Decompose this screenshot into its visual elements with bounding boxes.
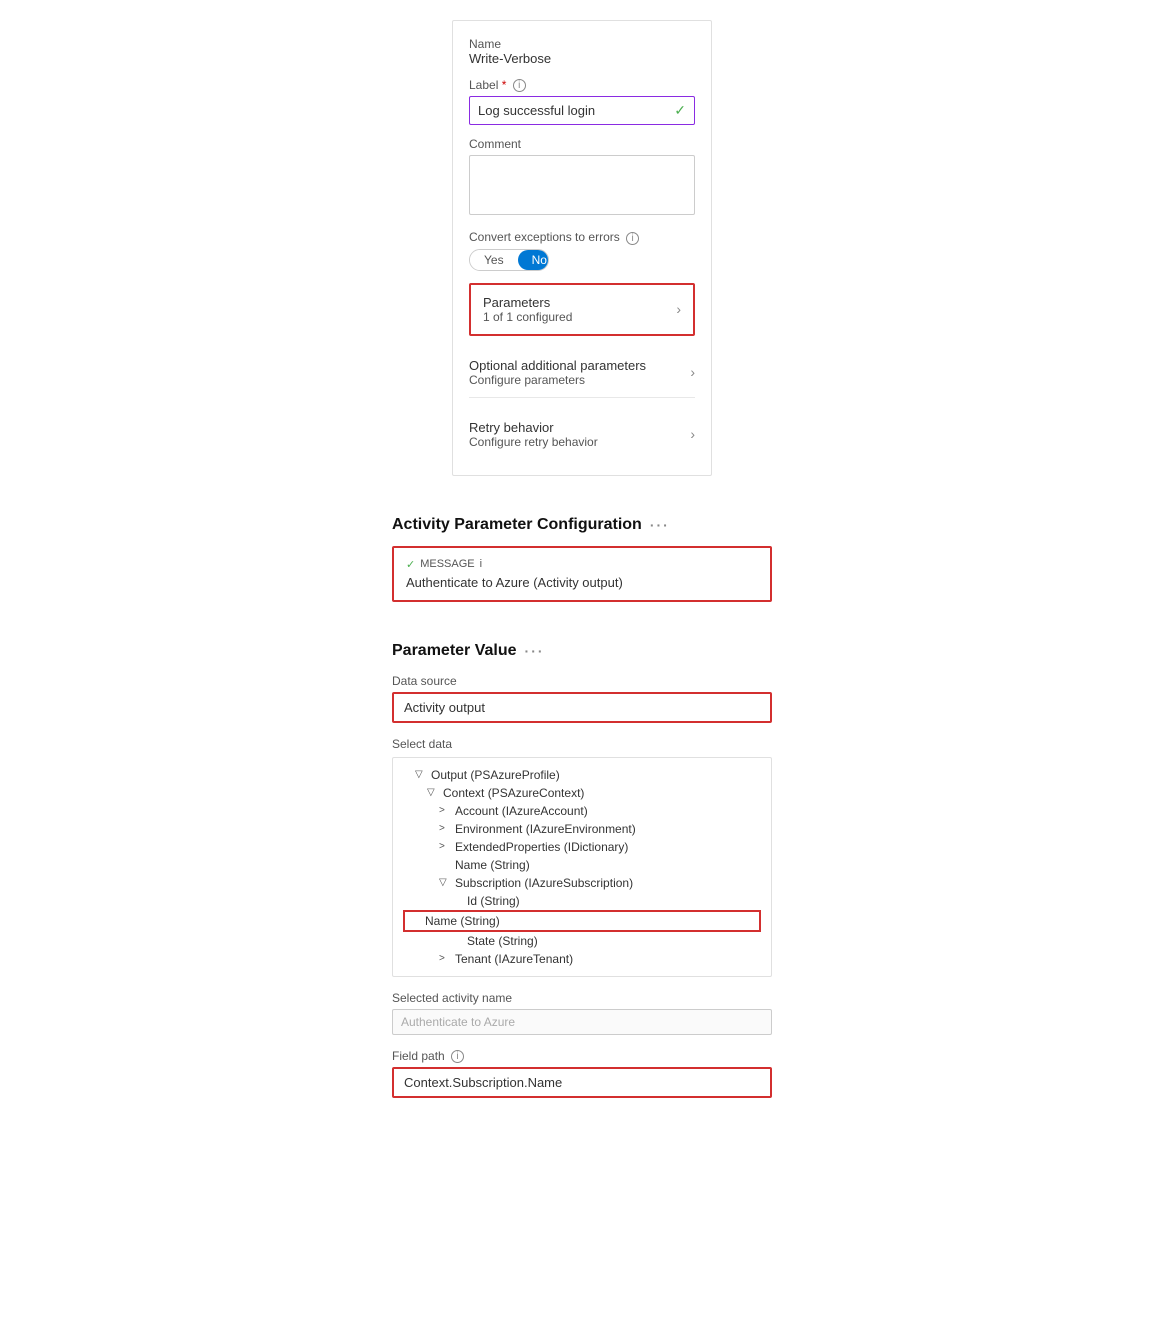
toggle-group: Yes No: [469, 249, 549, 271]
message-check-icon: ✓: [406, 558, 415, 571]
selected-activity-section: Selected activity name Authenticate to A…: [392, 991, 772, 1035]
name-label: Name: [469, 37, 695, 51]
parameters-title: Parameters: [483, 295, 572, 310]
comment-section: Comment: [469, 137, 695, 218]
selected-activity-field: Authenticate to Azure: [392, 1009, 772, 1035]
name-section: Name Write-Verbose: [469, 37, 695, 66]
toggle-yes-button[interactable]: Yes: [470, 250, 518, 270]
message-label-text: MESSAGE: [420, 558, 474, 570]
expand-icon-3: >: [439, 823, 451, 834]
optional-title: Optional additional parameters: [469, 358, 646, 373]
param-value-title: Parameter Value: [392, 642, 517, 660]
required-star: *: [502, 78, 507, 92]
expand-icon-4: >: [439, 841, 451, 852]
data-source-input[interactable]: [394, 694, 770, 721]
expand-icon-2: >: [439, 805, 451, 816]
convert-info-icon: i: [626, 232, 639, 245]
retry-text: Retry behavior Configure retry behavior: [469, 420, 598, 449]
name-value: Write-Verbose: [469, 51, 695, 66]
tree-item-3[interactable]: > Environment (IAzureEnvironment): [403, 820, 761, 838]
toggle-no-button[interactable]: No: [518, 250, 549, 270]
message-info-icon: i: [480, 558, 482, 570]
data-source-input-wrapper: [392, 692, 772, 723]
data-source-section: Data source: [392, 674, 772, 723]
label-info-icon: i: [513, 79, 526, 92]
retry-title: Retry behavior: [469, 420, 598, 435]
tree-item-9[interactable]: State (String): [403, 932, 761, 950]
expand-icon-0: ▽: [415, 769, 427, 780]
selected-activity-placeholder: Authenticate to Azure: [401, 1015, 515, 1029]
selected-activity-label: Selected activity name: [392, 991, 772, 1005]
tree-item-0[interactable]: ▽ Output (PSAzureProfile): [403, 766, 761, 784]
data-source-label: Data source: [392, 674, 772, 688]
tree-item-2[interactable]: > Account (IAzureAccount): [403, 802, 761, 820]
message-box: ✓ MESSAGE i Authenticate to Azure (Activ…: [392, 546, 772, 602]
param-value-ellipsis: ···: [525, 643, 545, 659]
comment-label: Comment: [469, 137, 695, 151]
tree-item-5[interactable]: Name (String): [403, 856, 761, 874]
activity-config-section: Activity Parameter Configuration ··· ✓ M…: [392, 516, 772, 602]
select-data-section: Select data ▽ Output (PSAzureProfile) ▽ …: [392, 737, 772, 977]
tree-container: ▽ Output (PSAzureProfile) ▽ Context (PSA…: [392, 757, 772, 977]
convert-label: Convert exceptions to errors i: [469, 230, 695, 244]
activity-config-heading: Activity Parameter Configuration ···: [392, 516, 772, 534]
optional-chevron-icon: ›: [690, 364, 695, 380]
parameters-box[interactable]: Parameters 1 of 1 configured ›: [469, 283, 695, 336]
expand-icon-1: ▽: [427, 787, 439, 798]
optional-text: Optional additional parameters Configure…: [469, 358, 646, 387]
convert-exceptions-section: Convert exceptions to errors i Yes No: [469, 230, 695, 270]
optional-params-row[interactable]: Optional additional parameters Configure…: [469, 348, 695, 398]
tree-item-6[interactable]: ▽ Subscription (IAzureSubscription): [403, 874, 761, 892]
param-value-heading: Parameter Value ···: [392, 642, 772, 660]
parameters-text: Parameters 1 of 1 configured: [483, 295, 572, 324]
retry-sub: Configure retry behavior: [469, 435, 598, 449]
field-path-info-icon: i: [451, 1050, 464, 1063]
field-path-wrapper: [392, 1067, 772, 1098]
retry-behavior-row[interactable]: Retry behavior Configure retry behavior …: [469, 410, 695, 459]
label-input-value: Log successful login: [478, 103, 595, 118]
parameters-sub: 1 of 1 configured: [483, 310, 572, 324]
tree-item-7[interactable]: Id (String): [403, 892, 761, 910]
activity-config-ellipsis: ···: [650, 517, 670, 533]
check-icon: ✓: [674, 102, 686, 119]
tree-item-1[interactable]: ▽ Context (PSAzureContext): [403, 784, 761, 802]
expand-icon-6: ▽: [439, 877, 451, 888]
activity-config-title: Activity Parameter Configuration: [392, 516, 642, 534]
field-path-input[interactable]: [394, 1069, 770, 1096]
optional-sub: Configure parameters: [469, 373, 646, 387]
label-input[interactable]: Log successful login ✓: [469, 96, 695, 125]
field-path-label: Field path i: [392, 1049, 772, 1063]
parameters-chevron-icon: ›: [676, 301, 681, 317]
tree-item-10[interactable]: > Tenant (IAzureTenant): [403, 950, 761, 968]
expand-icon-10: >: [439, 953, 451, 964]
message-value: Authenticate to Azure (Activity output): [406, 575, 758, 590]
top-panel: Name Write-Verbose Label * i Log success…: [452, 20, 712, 476]
retry-chevron-icon: ›: [690, 426, 695, 442]
field-path-section: Field path i: [392, 1049, 772, 1098]
comment-textarea[interactable]: [469, 155, 695, 215]
tree-item-4[interactable]: > ExtendedProperties (IDictionary): [403, 838, 761, 856]
label-field-label: Label * i: [469, 78, 695, 92]
param-value-section: Parameter Value ··· Data source Select d…: [392, 642, 772, 1098]
label-section: Label * i Log successful login ✓: [469, 78, 695, 125]
tree-item-8[interactable]: Name (String): [403, 910, 761, 932]
select-data-label: Select data: [392, 737, 772, 751]
message-label: ✓ MESSAGE i: [406, 558, 758, 571]
